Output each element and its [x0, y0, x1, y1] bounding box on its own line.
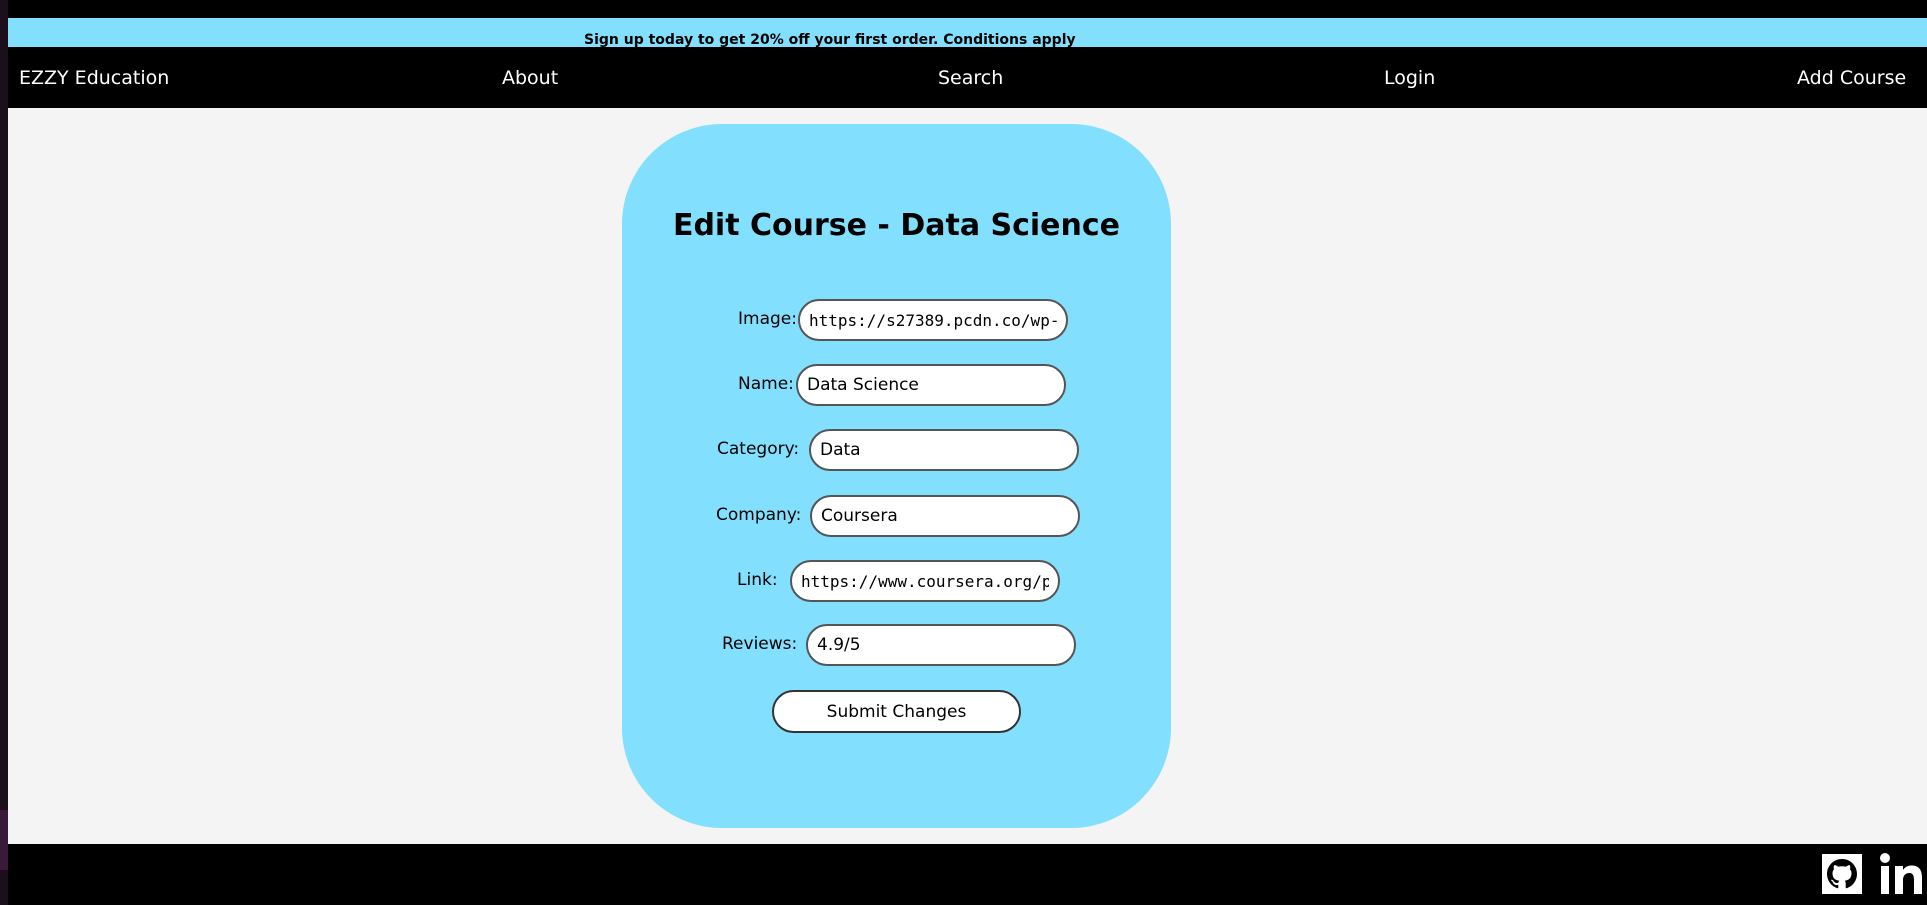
link-field-row: Link:	[622, 560, 1171, 602]
company-field-row: Company:	[622, 495, 1171, 537]
submit-changes-button[interactable]: Submit Changes	[772, 690, 1021, 733]
name-label: Name:	[738, 374, 794, 394]
linkedin-glyph	[1880, 853, 1922, 894]
nav-about-link[interactable]: About	[502, 67, 558, 89]
image-field-row: Image:	[622, 299, 1171, 341]
company-input[interactable]	[810, 495, 1080, 537]
company-label: Company:	[716, 505, 802, 525]
promo-text: Sign up today to get 20% off your first …	[584, 32, 1076, 48]
navbar: EZZY Education About Search Login Add Co…	[8, 47, 1927, 108]
form-title: Edit Course - Data Science	[672, 208, 1121, 243]
category-input[interactable]	[809, 429, 1079, 471]
top-border	[8, 8, 1927, 18]
nav-search-link[interactable]: Search	[938, 67, 1003, 89]
nav-add-course-link[interactable]: Add Course	[1797, 67, 1906, 89]
window-edge	[0, 0, 8, 905]
link-input[interactable]	[790, 560, 1060, 602]
link-label: Link:	[737, 570, 778, 590]
github-icon[interactable]	[1822, 854, 1862, 894]
github-glyph	[1822, 854, 1862, 894]
nav-login-link[interactable]: Login	[1384, 67, 1435, 89]
name-input[interactable]	[796, 364, 1066, 406]
promo-banner: Sign up today to get 20% off your first …	[8, 18, 1927, 48]
category-label: Category:	[717, 439, 800, 459]
linkedin-icon[interactable]	[1878, 850, 1927, 898]
category-field-row: Category:	[622, 429, 1171, 471]
image-url-input[interactable]	[798, 299, 1068, 341]
nav-brand-link[interactable]: EZZY Education	[19, 67, 169, 89]
reviews-field-row: Reviews:	[622, 624, 1171, 666]
browser-frame: Sign up today to get 20% off your first …	[0, 0, 1927, 905]
page: Sign up today to get 20% off your first …	[8, 8, 1927, 905]
image-label: Image:	[738, 309, 797, 329]
reviews-input[interactable]	[806, 624, 1076, 666]
footer	[8, 844, 1927, 905]
edit-course-card: Edit Course - Data Science Image: Name: …	[622, 124, 1171, 828]
reviews-label: Reviews:	[722, 634, 798, 654]
window-edge-accent	[0, 810, 8, 870]
name-field-row: Name:	[622, 364, 1171, 406]
